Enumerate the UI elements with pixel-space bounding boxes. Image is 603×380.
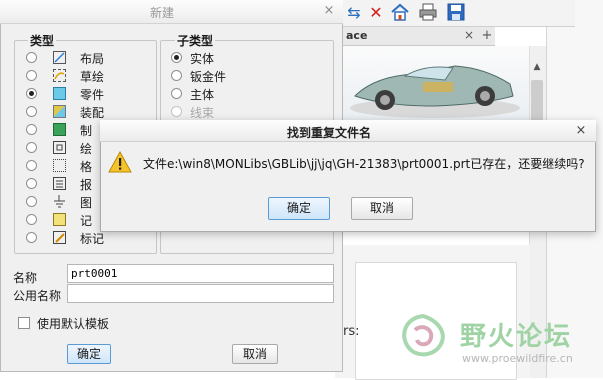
layout-icon: [53, 51, 66, 64]
format-icon: [53, 159, 66, 172]
tab-add-icon[interactable]: +: [480, 28, 494, 44]
markup-icon: [53, 231, 66, 244]
diagram-icon: [53, 195, 66, 208]
scroll-up-arrow-icon[interactable]: ▲: [529, 62, 545, 76]
radio-button[interactable]: [26, 232, 37, 243]
model-preview: [335, 46, 530, 126]
type-option-label: 装配: [80, 106, 105, 120]
radio-button[interactable]: [26, 52, 37, 63]
tab-close-icon[interactable]: ×: [462, 28, 476, 44]
subtype-option-sheetmetal[interactable]: 钣金件: [170, 68, 320, 84]
type-option-sketch[interactable]: 草绘: [25, 68, 150, 84]
refresh-arrows-icon[interactable]: ⇆: [343, 2, 365, 24]
duplicate-ok-button[interactable]: 确定: [268, 197, 330, 220]
car-model-image: [350, 65, 520, 118]
radio-button[interactable]: [26, 142, 37, 153]
use-default-template-checkbox[interactable]: [18, 317, 30, 329]
radio-button[interactable]: [26, 106, 37, 117]
subtype-option-solid[interactable]: 实体: [170, 50, 320, 66]
watermark-logo-icon: [395, 312, 451, 364]
partial-text: rs:: [343, 324, 360, 339]
radio-button[interactable]: [26, 70, 37, 81]
watermark-text: 野火论坛: [460, 322, 573, 352]
browser-tab[interactable]: ace: [340, 29, 373, 44]
duplicate-cancel-button[interactable]: 取消: [351, 197, 413, 220]
new-dialog-title: 新建: [150, 6, 175, 20]
duplicate-dialog-close-icon[interactable]: ×: [573, 123, 589, 139]
radio-button: [171, 106, 182, 117]
type-option-label: 图: [80, 196, 93, 210]
drawing-icon: [53, 141, 66, 154]
new-ok-button[interactable]: 确定: [67, 344, 111, 364]
subtype-option-label: 实体: [190, 52, 215, 66]
subtype-option-label: 主体: [190, 88, 215, 102]
type-option-label: 绘: [80, 142, 93, 156]
new-dialog-close-icon[interactable]: ×: [321, 3, 337, 19]
type-option-part[interactable]: 零件: [25, 86, 150, 102]
name-label: 名称: [13, 271, 38, 285]
save-floppy-icon[interactable]: [445, 2, 467, 24]
type-option-label: 布局: [80, 52, 105, 66]
radio-button[interactable]: [171, 70, 182, 81]
radio-button[interactable]: [171, 88, 182, 99]
radio-button[interactable]: [26, 196, 37, 207]
radio-button[interactable]: [26, 178, 37, 189]
report-icon: [53, 177, 66, 190]
common-name-input[interactable]: [67, 284, 334, 303]
type-option-label: 格: [80, 160, 93, 174]
warning-icon: [108, 150, 132, 173]
sketch-icon: [53, 69, 66, 82]
radio-button[interactable]: [26, 160, 37, 171]
watermark-url: www.proewildfire.cn: [462, 352, 573, 365]
subtype-option-label: 钣金件: [190, 70, 227, 84]
type-group-label: 类型: [28, 32, 57, 49]
type-option-label: 记: [80, 214, 93, 228]
common-name-label: 公用名称: [13, 289, 62, 303]
type-option-label: 草绘: [80, 70, 105, 84]
subtype-option-bulk[interactable]: 主体: [170, 86, 320, 102]
type-option-label: 制: [80, 124, 93, 138]
manufacturing-icon: [53, 123, 66, 136]
part-icon: [53, 87, 66, 100]
new-cancel-button[interactable]: 取消: [232, 344, 278, 364]
radio-button[interactable]: [26, 214, 37, 225]
type-option-assembly[interactable]: 装配: [25, 104, 150, 120]
radio-button[interactable]: [26, 88, 37, 99]
printer-icon[interactable]: [417, 2, 439, 24]
radio-button[interactable]: [171, 52, 182, 63]
name-input[interactable]: [67, 264, 334, 283]
type-option-label: 零件: [80, 88, 105, 102]
home-icon[interactable]: [389, 2, 411, 24]
subtype-option-label: 线束: [190, 106, 215, 120]
use-default-template-label: 使用默认模板: [37, 317, 110, 331]
subtype-option-harness: 线束: [170, 104, 320, 120]
duplicate-dialog-title: 找到重复文件名: [287, 126, 372, 140]
subtype-group-label: 子类型: [175, 32, 216, 49]
type-option-layout[interactable]: 布局: [25, 50, 150, 66]
type-option-label: 标记: [80, 232, 105, 246]
assembly-icon: [53, 105, 66, 118]
notebook-icon: [53, 213, 66, 226]
duplicate-message: 文件e:\win8\MONLibs\GBLib\jj\jq\GH-21383\p…: [143, 157, 585, 171]
radio-button[interactable]: [26, 124, 37, 135]
type-option-label: 报: [80, 178, 93, 192]
type-option-markup[interactable]: 标记: [25, 230, 150, 246]
main-toolbar: ⇆ ✕: [335, 0, 575, 27]
delete-x-icon[interactable]: ✕: [365, 2, 387, 24]
